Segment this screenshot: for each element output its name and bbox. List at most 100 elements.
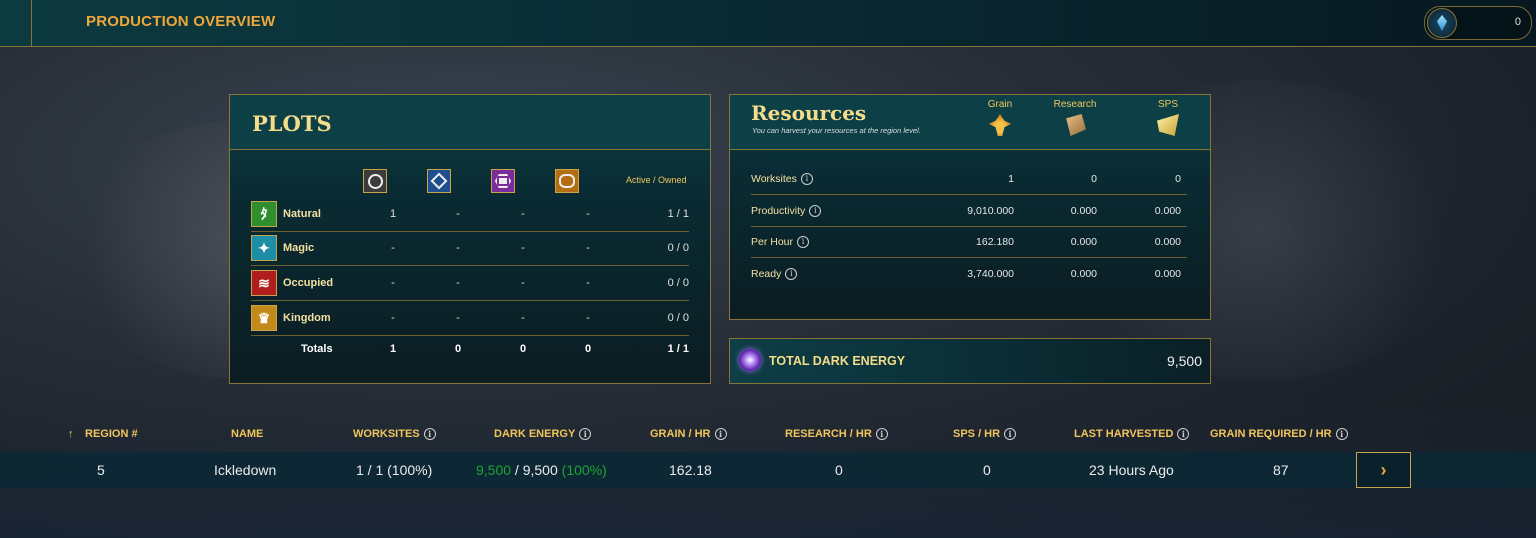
- totals-cell: 0: [519, 343, 527, 355]
- resource-value: 0.000: [1070, 268, 1097, 280]
- column-header-sps-hr[interactable]: SPS / HR i: [953, 428, 1017, 441]
- kingdom-icon: ♛: [251, 305, 277, 331]
- info-icon[interactable]: i: [423, 428, 436, 441]
- resource-row-label-text: Productivity: [751, 205, 806, 217]
- natural-icon: ﾀ: [251, 201, 277, 227]
- resource-value: 9,010.000: [967, 205, 1014, 217]
- common-tier-icon: [363, 169, 387, 193]
- total-dark-energy-label: TOTAL DARK ENERGY: [769, 354, 906, 368]
- column-header-label: GRAIN / HR: [650, 428, 711, 440]
- resource-value: 0: [1091, 173, 1097, 185]
- resource-value: 0: [1175, 173, 1181, 185]
- table-row[interactable]: 5 Ickledown 1 / 1 (100%) 9,500 / 9,500 (…: [0, 452, 1536, 488]
- info-icon[interactable]: i: [714, 428, 727, 441]
- resource-row-ready: Ready i 3,740.000 0.000 0.000: [751, 258, 1187, 289]
- plot-row-kingdom: ♛ Kingdom - - - - 0 / 0: [251, 301, 689, 336]
- column-header-dark-energy[interactable]: DARK ENERGY i: [494, 428, 592, 441]
- resource-value: 3,740.000: [967, 268, 1014, 280]
- plot-row-label: Kingdom: [283, 312, 331, 324]
- resource-row-label: Ready i: [751, 268, 798, 281]
- cell-worksites: 1 / 1 (100%): [356, 462, 433, 478]
- cell-name: Ickledown: [214, 462, 277, 478]
- plot-row-total: 0 / 0: [667, 277, 689, 289]
- info-icon[interactable]: i: [1335, 428, 1348, 441]
- plot-row-occupied: ≋ Occupied - - - - 0 / 0: [251, 266, 689, 301]
- plot-cell: -: [456, 277, 460, 289]
- info-icon[interactable]: i: [797, 236, 810, 249]
- column-header-worksites[interactable]: WORKSITES i: [353, 428, 436, 441]
- dark-energy-total: 9,500: [522, 462, 558, 478]
- column-header-last-harvested[interactable]: LAST HARVESTED i: [1074, 428, 1190, 441]
- total-dark-energy-panel: TOTAL DARK ENERGY 9,500: [729, 338, 1211, 384]
- info-icon[interactable]: i: [1004, 428, 1017, 441]
- resource-column-research: Research: [1045, 99, 1105, 136]
- resource-row-label: Worksites i: [751, 173, 813, 186]
- resource-column-label: Research: [1053, 99, 1097, 110]
- dark-energy-current: 9,500: [476, 462, 512, 478]
- total-dark-energy-value: 9,500: [1166, 353, 1202, 369]
- top-bar: PRODUCTION OVERVIEW 0: [0, 0, 1536, 47]
- resource-value: 162.180: [976, 236, 1014, 248]
- plot-row-total: 0 / 0: [667, 242, 689, 254]
- resource-row-worksites: Worksites i 1 0 0: [751, 163, 1187, 195]
- column-header-label: LAST HARVESTED: [1074, 428, 1174, 440]
- plot-cell: -: [521, 242, 525, 254]
- resource-column-grain: Grain: [970, 99, 1030, 136]
- plot-cell: -: [521, 277, 525, 289]
- resource-value: 0.000: [1070, 205, 1097, 217]
- resource-column-label: SPS: [1157, 99, 1178, 110]
- resource-value: 0.000: [1154, 268, 1181, 280]
- plot-cell: -: [586, 242, 590, 254]
- info-icon[interactable]: i: [579, 428, 592, 441]
- plots-totals-row: Totals 1 0 0 0 1 / 1: [251, 343, 689, 363]
- magic-icon: ✦: [251, 235, 277, 261]
- totals-label: Totals: [301, 343, 333, 355]
- column-header-grain-required[interactable]: GRAIN REQUIRED / HR i: [1210, 428, 1348, 441]
- resource-value: 1: [1008, 173, 1014, 185]
- plot-row-total: 1 / 1: [667, 208, 689, 220]
- dark-energy-orb-icon: [739, 349, 761, 371]
- column-header-region[interactable]: REGION #: [85, 428, 138, 440]
- top-bar-notch: [0, 0, 32, 46]
- cell-grain-hr: 162.18: [669, 462, 712, 478]
- sort-arrow-icon[interactable]: ↑: [68, 428, 74, 440]
- info-icon[interactable]: i: [800, 173, 813, 186]
- plot-row-natural: ﾀ Natural 1 - - - 1 / 1: [251, 197, 689, 232]
- column-header-label: RESEARCH / HR: [785, 428, 872, 440]
- resource-value: 0.000: [1154, 205, 1181, 217]
- resource-column-label: Grain: [987, 99, 1013, 110]
- column-header-label: WORKSITES: [353, 428, 420, 440]
- totals-total: 1 / 1: [667, 343, 689, 355]
- chevron-right-icon: ›: [1380, 459, 1387, 480]
- info-icon[interactable]: i: [809, 205, 822, 218]
- plot-cell: -: [391, 312, 395, 324]
- column-header-label: DARK ENERGY: [494, 428, 576, 440]
- legendary-tier-icon: [555, 169, 579, 193]
- open-region-button[interactable]: ›: [1356, 452, 1411, 488]
- grain-icon: [989, 114, 1011, 136]
- info-icon[interactable]: i: [875, 428, 888, 441]
- occupied-icon: ≋: [251, 270, 277, 296]
- column-header-research-hr[interactable]: RESEARCH / HR i: [785, 428, 888, 441]
- column-header-name[interactable]: NAME: [231, 428, 263, 440]
- cell-grain-required: 87: [1273, 462, 1289, 478]
- currency-display[interactable]: 0: [1424, 6, 1532, 40]
- plot-cell: -: [391, 242, 395, 254]
- page-title: PRODUCTION OVERVIEW: [86, 13, 276, 30]
- plot-cell: 1: [389, 208, 397, 220]
- plot-cell: -: [586, 277, 590, 289]
- column-header-grain-hr[interactable]: GRAIN / HR i: [650, 428, 727, 441]
- column-header-label: GRAIN REQUIRED / HR: [1210, 428, 1332, 440]
- totals-cell: 0: [584, 343, 592, 355]
- info-icon[interactable]: i: [785, 268, 798, 281]
- cell-sps-hr: 0: [983, 462, 991, 478]
- resource-row-label: Productivity i: [751, 205, 822, 218]
- resources-title: Resources: [751, 101, 867, 125]
- currency-value: 0: [1514, 16, 1521, 28]
- info-icon[interactable]: i: [1177, 428, 1190, 441]
- plot-cell: -: [456, 242, 460, 254]
- totals-cell: 0: [454, 343, 462, 355]
- resource-row-label-text: Ready: [751, 268, 782, 280]
- resource-value: 0.000: [1154, 236, 1181, 248]
- resource-row-per-hour: Per Hour i 162.180 0.000 0.000: [751, 226, 1187, 258]
